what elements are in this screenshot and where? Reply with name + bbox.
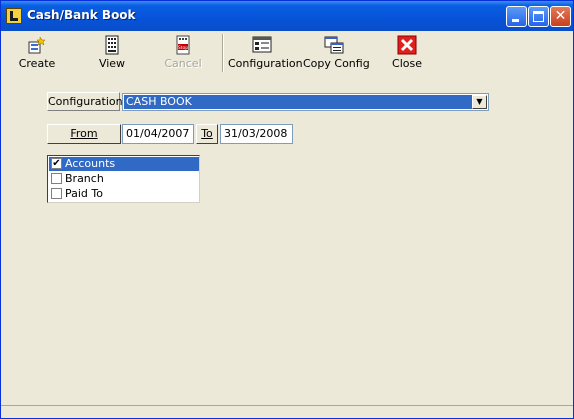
list-item-label: Branch bbox=[65, 172, 104, 185]
group-by-listbox[interactable]: ✔ Accounts Branch Paid To bbox=[47, 155, 200, 203]
close-x-icon: ✕ bbox=[554, 8, 567, 24]
close-button[interactable]: Close bbox=[390, 33, 424, 73]
create-button[interactable]: Create bbox=[15, 33, 59, 73]
chevron-down-icon[interactable]: ▼ bbox=[472, 95, 487, 109]
cancel-button[interactable]: Stop Cancel bbox=[163, 33, 203, 73]
view-icon bbox=[105, 35, 119, 55]
cancel-label: Cancel bbox=[164, 57, 202, 70]
configuration-button[interactable]: Configuration bbox=[228, 33, 303, 73]
list-item-label: Accounts bbox=[65, 157, 116, 170]
list-item-accounts[interactable]: ✔ Accounts bbox=[49, 157, 199, 171]
maximize-icon bbox=[533, 11, 544, 22]
maximize-button[interactable] bbox=[528, 6, 549, 27]
close-label: Close bbox=[392, 57, 422, 70]
minimize-icon bbox=[512, 19, 519, 22]
configuration-field-label: Configuration bbox=[48, 95, 123, 108]
from-date-field[interactable]: 01/04/2007 bbox=[122, 124, 194, 144]
to-date-field[interactable]: 31/03/2008 bbox=[220, 124, 293, 144]
cash-bank-book-window: Cash/Bank Book ✕ Create View Stop Cancel… bbox=[0, 0, 574, 419]
minimize-button[interactable] bbox=[506, 6, 527, 27]
window-title: Cash/Bank Book bbox=[27, 8, 136, 22]
checkbox-paid-to[interactable] bbox=[51, 188, 62, 199]
checkbox-accounts[interactable]: ✔ bbox=[51, 158, 62, 169]
view-button[interactable]: View bbox=[94, 33, 130, 73]
copy-config-icon bbox=[324, 36, 344, 54]
configuration-label-box: Configuration bbox=[47, 92, 123, 111]
create-label: Create bbox=[18, 57, 56, 70]
from-button-label: From bbox=[70, 127, 98, 140]
configuration-icon bbox=[252, 36, 272, 53]
cancel-stop-icon: Stop bbox=[176, 35, 190, 55]
configuration-label: Configuration bbox=[228, 57, 303, 70]
list-item-label: Paid To bbox=[65, 187, 103, 200]
title-bar[interactable]: Cash/Bank Book ✕ bbox=[1, 1, 573, 31]
configuration-dropdown-value: CASH BOOK bbox=[124, 95, 472, 109]
copy-config-label: Copy Config bbox=[303, 57, 370, 70]
checkbox-branch[interactable] bbox=[51, 173, 62, 184]
create-icon bbox=[28, 36, 46, 54]
configuration-dropdown[interactable]: CASH BOOK ▼ bbox=[122, 93, 489, 111]
toolbar-separator bbox=[222, 34, 224, 72]
window-close-button[interactable]: ✕ bbox=[550, 6, 571, 27]
close-icon bbox=[397, 35, 417, 55]
app-icon bbox=[6, 8, 22, 24]
from-button[interactable]: From bbox=[47, 124, 121, 144]
view-label: View bbox=[98, 57, 126, 70]
toolbar: Create View Stop Cancel Configuration Co… bbox=[1, 31, 573, 75]
status-bar bbox=[1, 405, 573, 419]
to-button-label: To bbox=[201, 127, 213, 140]
svg-text:Stop: Stop bbox=[178, 45, 188, 51]
copy-config-button[interactable]: Copy Config bbox=[303, 33, 370, 73]
to-button[interactable]: To bbox=[196, 124, 218, 144]
list-item-paid-to[interactable]: Paid To bbox=[49, 187, 199, 201]
list-item-branch[interactable]: Branch bbox=[49, 172, 199, 186]
